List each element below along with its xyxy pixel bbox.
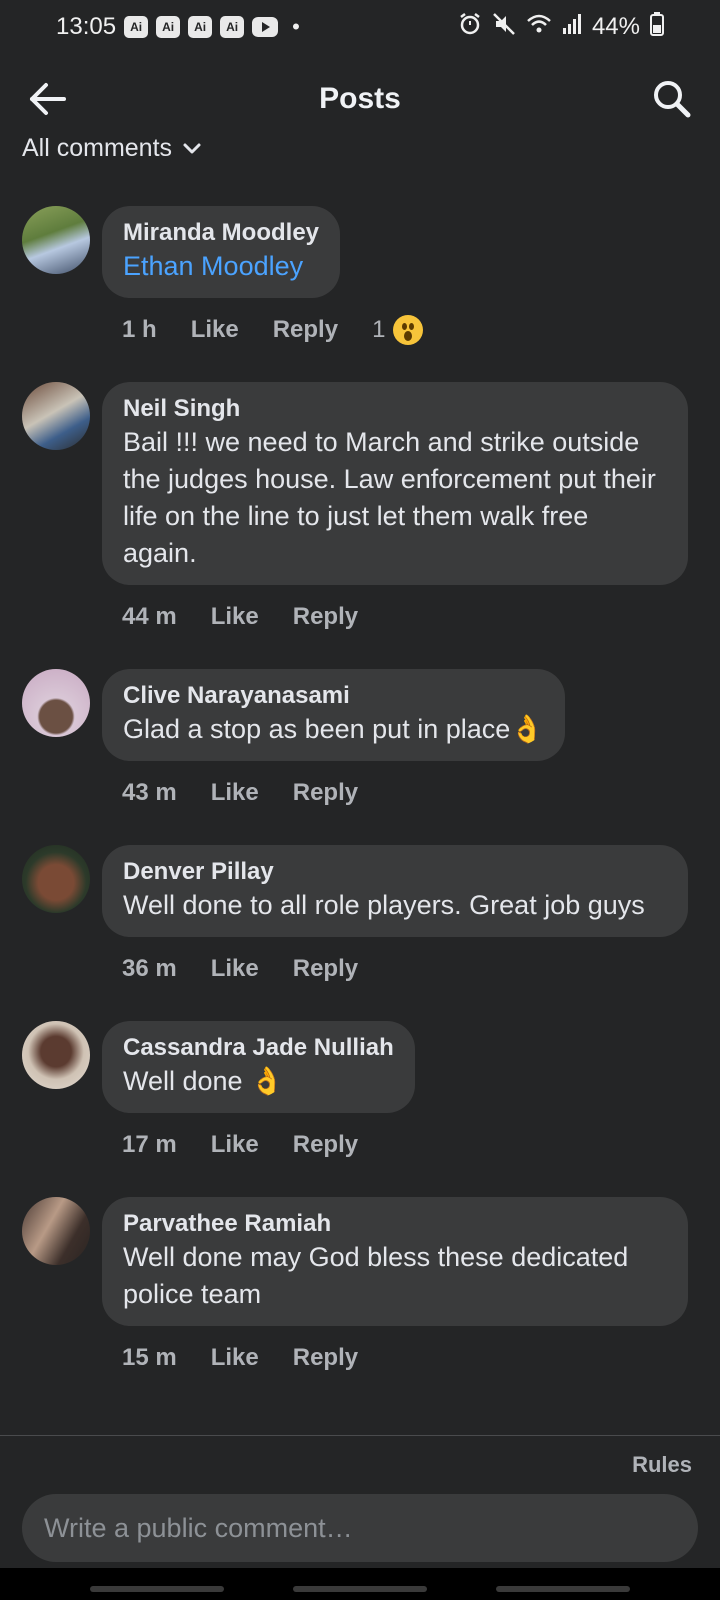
alarm-icon bbox=[458, 12, 482, 43]
status-left: 13:05 Ai Ai Ai Ai • bbox=[56, 13, 300, 41]
comment-actions: 36 m Like Reply bbox=[122, 947, 720, 991]
like-button[interactable]: Like bbox=[211, 955, 259, 983]
ai-notification-icon: Ai bbox=[156, 16, 181, 38]
comment-time: 43 m bbox=[122, 779, 177, 806]
comment-time: 15 m bbox=[122, 1344, 177, 1371]
comment-input-placeholder: Write a public comment… bbox=[44, 1512, 353, 1543]
like-button[interactable]: Like bbox=[211, 603, 259, 631]
avatar[interactable] bbox=[22, 206, 90, 274]
reaction-count: 1 bbox=[372, 316, 386, 343]
battery-percent: 44% bbox=[591, 13, 640, 40]
like-button[interactable]: Like bbox=[211, 1131, 259, 1159]
comment-actions: 17 m Like Reply bbox=[122, 1123, 720, 1167]
comment-time: 44 m bbox=[122, 603, 177, 630]
avatar[interactable] bbox=[22, 382, 90, 450]
chevron-down-icon bbox=[183, 143, 201, 153]
back-button[interactable] bbox=[26, 77, 70, 121]
commenter-name[interactable]: Parvathee Ramiah bbox=[123, 1209, 667, 1239]
search-button[interactable] bbox=[650, 77, 694, 121]
comment-time: 1 h bbox=[122, 316, 157, 343]
like-button[interactable]: Like bbox=[211, 779, 259, 807]
comment-actions: 1 h Like Reply 1 bbox=[122, 308, 720, 352]
comments-filter-dropdown[interactable]: All comments bbox=[22, 134, 202, 163]
wow-reaction-icon bbox=[393, 315, 424, 345]
comment-time: 17 m bbox=[122, 1131, 177, 1158]
commenter-name[interactable]: Denver Pillay bbox=[123, 857, 667, 887]
filter-label: All comments bbox=[22, 134, 173, 162]
comment-bubble[interactable]: Miranda Moodley Ethan Moodley bbox=[102, 206, 341, 298]
ai-notification-icon: Ai bbox=[124, 16, 149, 38]
ai-notification-icon: Ai bbox=[220, 16, 245, 38]
reply-button[interactable]: Reply bbox=[293, 603, 358, 631]
comment-input[interactable]: Write a public comment… bbox=[22, 1494, 698, 1562]
status-bar: 13:05 Ai Ai Ai Ai • 44% bbox=[0, 0, 720, 54]
commenter-name[interactable]: Clive Narayanasami bbox=[123, 681, 544, 711]
reply-button[interactable]: Reply bbox=[293, 1344, 358, 1372]
comment-actions: 43 m Like Reply bbox=[122, 771, 720, 815]
nav-recents-handle[interactable] bbox=[90, 1586, 224, 1592]
mute-icon bbox=[492, 12, 516, 43]
like-button[interactable]: Like bbox=[211, 1344, 259, 1372]
reply-button[interactable]: Reply bbox=[273, 316, 338, 344]
rules-link[interactable]: Rules bbox=[632, 1452, 692, 1478]
like-button[interactable]: Like bbox=[191, 316, 239, 344]
arrow-left-icon bbox=[30, 83, 66, 115]
comment-item: Neil Singh Bail !!! we need to March and… bbox=[0, 382, 720, 585]
reaction-summary[interactable]: 1 bbox=[372, 315, 424, 345]
app-bar: Posts bbox=[0, 64, 720, 134]
comment-text: Glad a stop as been put in place👌 bbox=[123, 714, 544, 744]
status-right: 44% bbox=[458, 11, 664, 43]
comment-bubble[interactable]: Cassandra Jade Nulliah Well done 👌 bbox=[102, 1021, 415, 1113]
system-nav-bar bbox=[0, 1568, 720, 1600]
reply-button[interactable]: Reply bbox=[293, 955, 358, 983]
comment-bubble[interactable]: Neil Singh Bail !!! we need to March and… bbox=[102, 382, 688, 585]
comment-item: Denver Pillay Well done to all role play… bbox=[0, 845, 720, 937]
comment-item: Cassandra Jade Nulliah Well done 👌 bbox=[0, 1021, 720, 1113]
comment-item: Miranda Moodley Ethan Moodley bbox=[0, 206, 720, 298]
tagged-user-link[interactable]: Ethan Moodley bbox=[123, 248, 319, 285]
avatar[interactable] bbox=[22, 1021, 90, 1089]
battery-icon bbox=[650, 11, 664, 43]
comment-actions: 15 m Like Reply bbox=[122, 1336, 720, 1380]
wifi-icon bbox=[526, 13, 552, 42]
avatar[interactable] bbox=[22, 845, 90, 913]
commenter-name[interactable]: Cassandra Jade Nulliah bbox=[123, 1033, 394, 1063]
comment-text: Bail !!! we need to March and strike out… bbox=[123, 427, 656, 568]
comment-item: Parvathee Ramiah Well done may God bless… bbox=[0, 1197, 720, 1326]
comment-bubble[interactable]: Parvathee Ramiah Well done may God bless… bbox=[102, 1197, 688, 1326]
comments-list: Miranda Moodley Ethan Moodley 1 h Like R… bbox=[0, 206, 720, 1380]
search-icon bbox=[654, 81, 691, 118]
reply-button[interactable]: Reply bbox=[293, 1131, 358, 1159]
comment-item: Clive Narayanasami Glad a stop as been p… bbox=[0, 669, 720, 761]
commenter-name[interactable]: Neil Singh bbox=[123, 394, 667, 424]
nav-back-handle[interactable] bbox=[496, 1586, 630, 1592]
nav-home-handle[interactable] bbox=[293, 1586, 427, 1592]
page-title: Posts bbox=[319, 82, 401, 115]
comment-text: Well done to all role players. Great job… bbox=[123, 890, 645, 920]
comment-bubble[interactable]: Clive Narayanasami Glad a stop as been p… bbox=[102, 669, 565, 761]
signal-icon bbox=[562, 13, 582, 42]
reply-button[interactable]: Reply bbox=[293, 779, 358, 807]
dot-icon: • bbox=[292, 14, 300, 39]
comment-text: Well done 👌 bbox=[123, 1066, 284, 1096]
comment-actions: 44 m Like Reply bbox=[122, 595, 720, 639]
comment-text: Well done may God bless these dedicated … bbox=[123, 1242, 629, 1309]
avatar[interactable] bbox=[22, 1197, 90, 1265]
youtube-icon bbox=[252, 17, 279, 37]
ai-notification-icon: Ai bbox=[188, 16, 213, 38]
comment-time: 36 m bbox=[122, 955, 177, 982]
avatar[interactable] bbox=[22, 669, 90, 737]
comment-bubble[interactable]: Denver Pillay Well done to all role play… bbox=[102, 845, 688, 937]
commenter-name[interactable]: Miranda Moodley bbox=[123, 218, 319, 248]
divider bbox=[0, 1435, 720, 1436]
status-time: 13:05 bbox=[56, 13, 117, 40]
